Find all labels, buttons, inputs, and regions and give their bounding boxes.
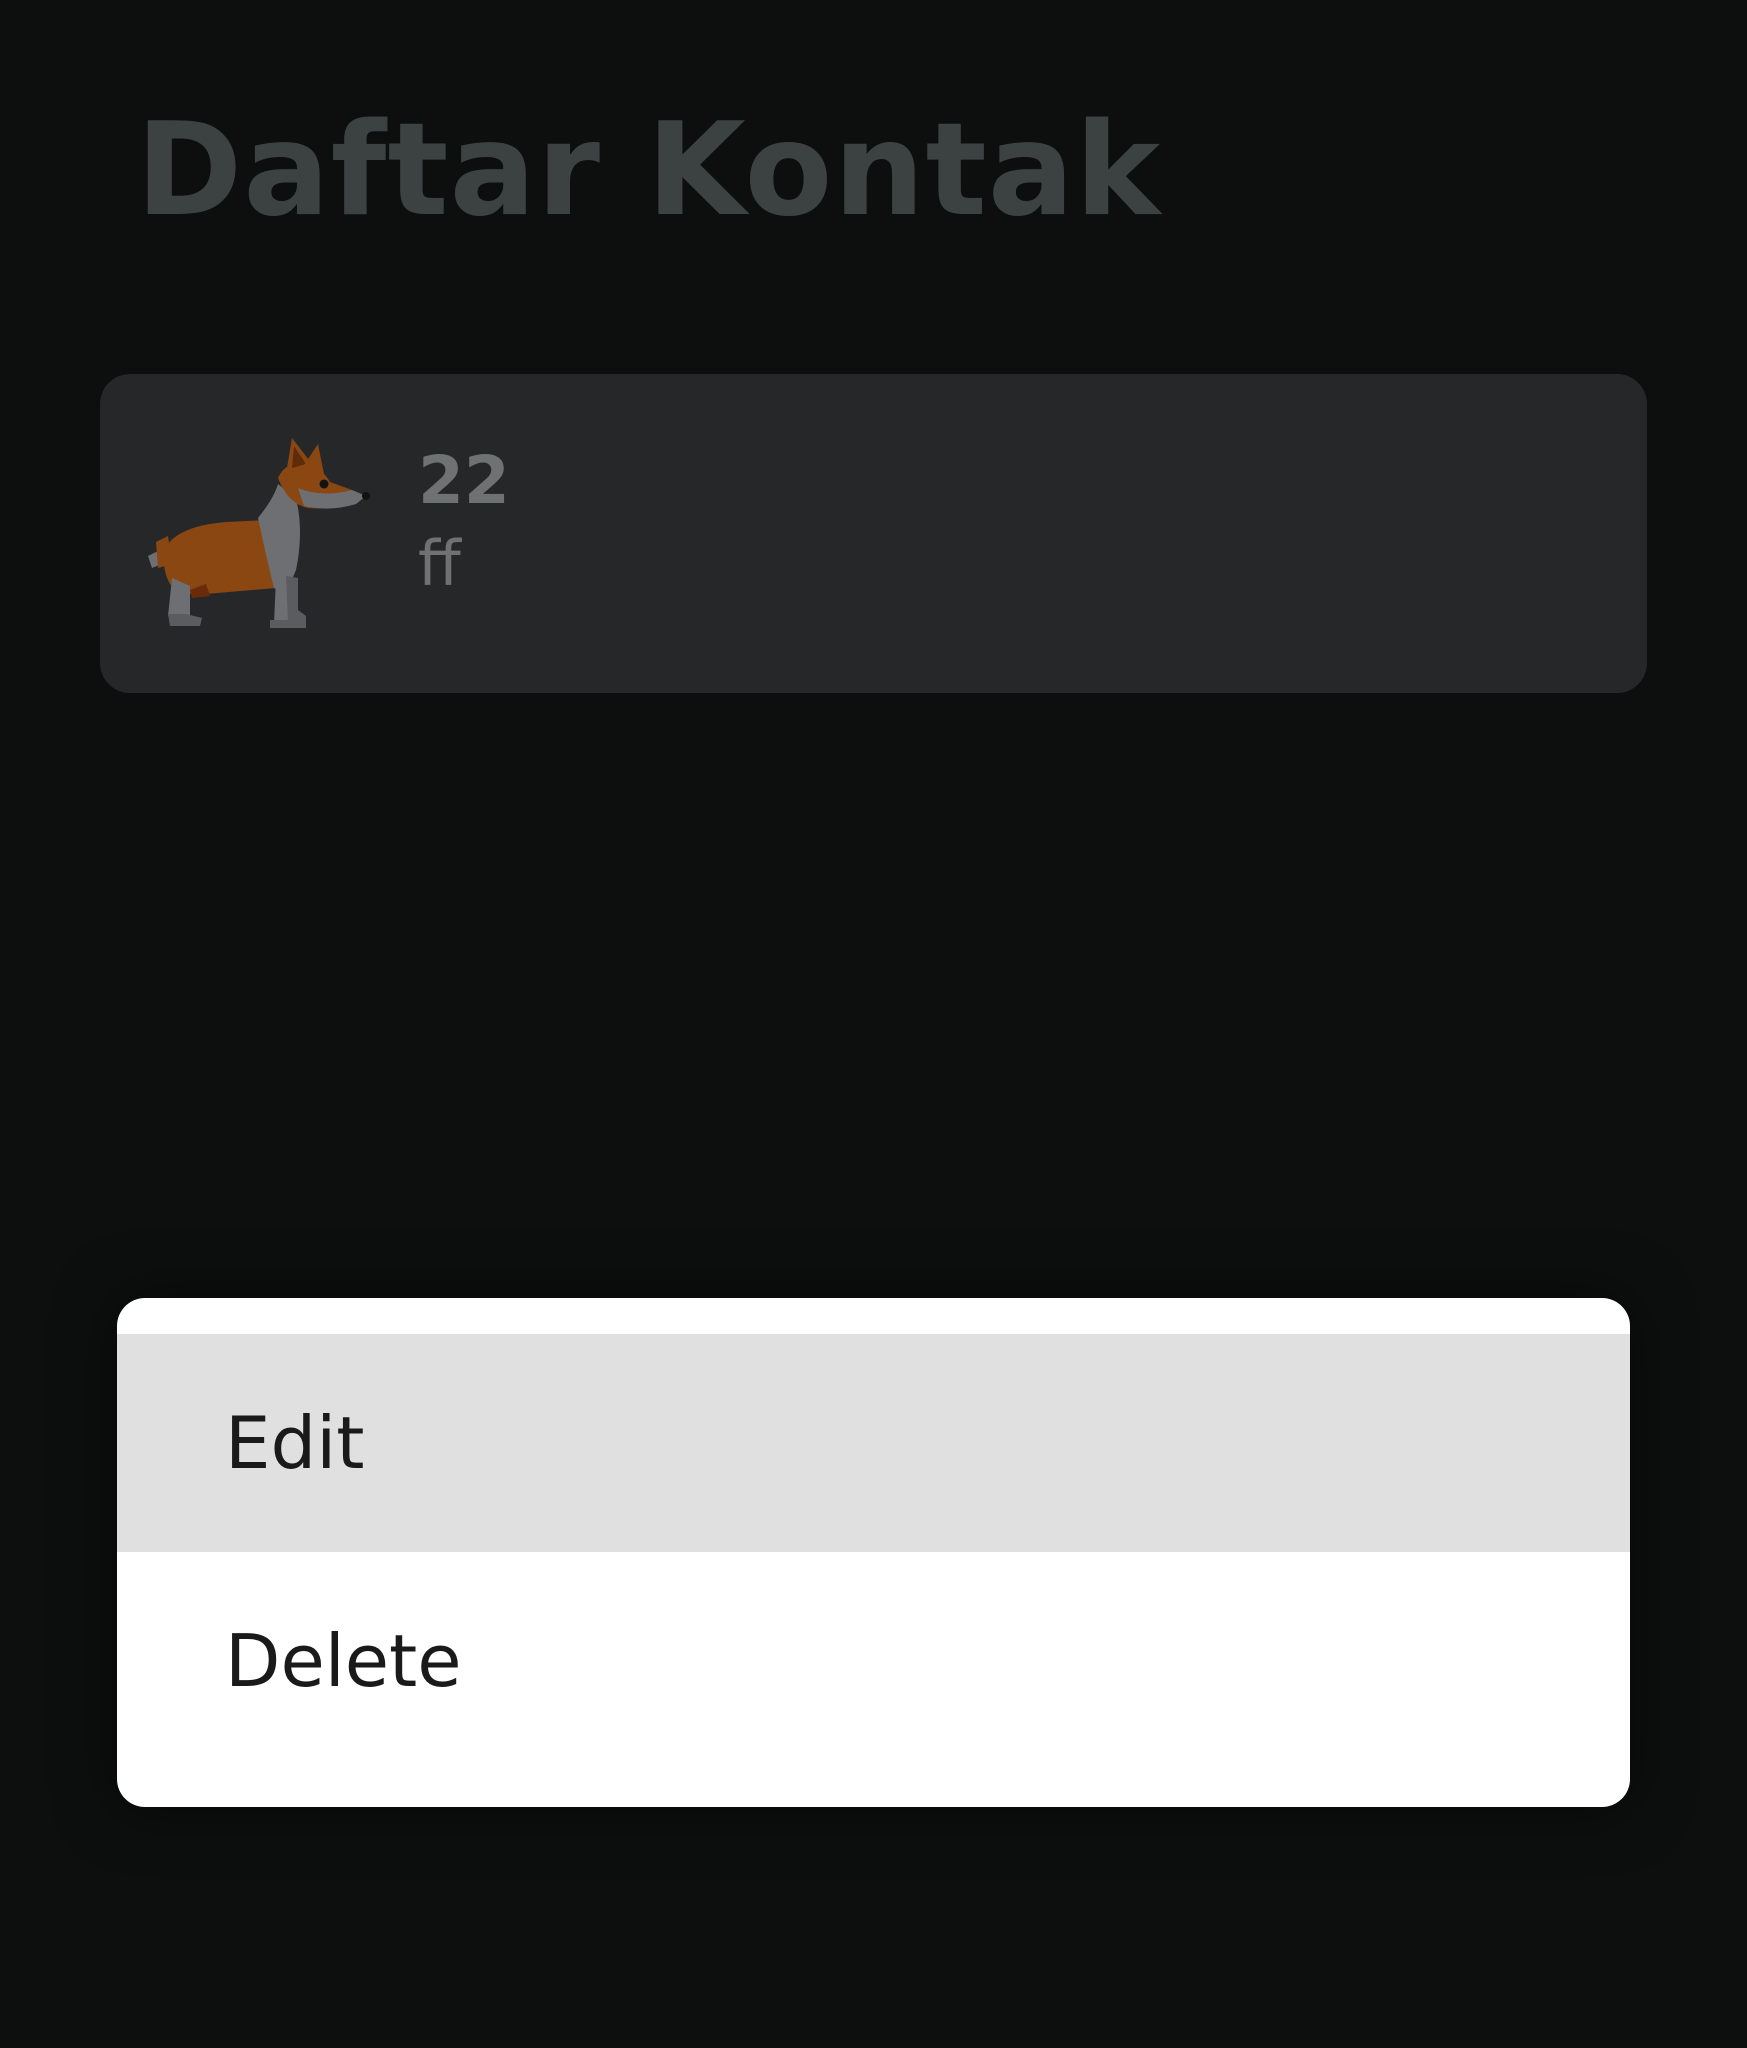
contact-list-item[interactable]: 22 ff [100,374,1647,693]
page-title: Daftar Kontak [136,96,1162,245]
delete-menu-item[interactable]: Delete [117,1552,1630,1770]
context-menu: Edit Delete [117,1298,1630,1807]
delete-menu-label: Delete [225,1619,462,1703]
contact-name: 22 [418,442,510,519]
edit-menu-label: Edit [225,1401,365,1485]
edit-menu-item[interactable]: Edit [117,1334,1630,1552]
corgi-dog-icon [146,438,386,638]
contact-detail: ff [418,527,461,600]
